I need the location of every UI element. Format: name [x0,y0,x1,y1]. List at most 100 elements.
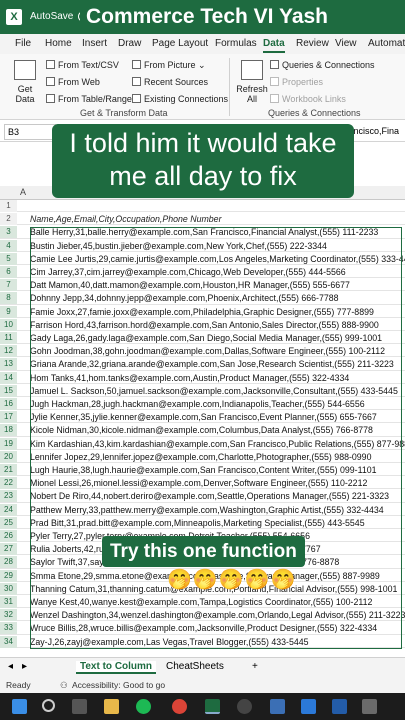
row-number[interactable]: 30 [0,582,17,595]
accessibility-icon: ⚇ [60,680,68,690]
group-label-queries: Queries & Connections [268,108,361,118]
table-row: 2 Name,Age,Email,City,Occupation,Phone Nu… [0,213,405,226]
recent-sources-button[interactable]: Recent Sources [132,77,208,87]
row-number[interactable]: 20 [0,450,17,463]
from-picture-button[interactable]: From Picture ⌄ [132,60,206,71]
row-number[interactable]: 26 [0,530,17,542]
refresh-icon [241,60,263,80]
row-number[interactable]: 22 [0,477,17,490]
row-number[interactable]: 21 [0,464,17,476]
row-number[interactable]: 10 [0,318,17,331]
row-number[interactable]: 2 [0,213,17,226]
row-number[interactable]: 34 [0,635,17,648]
top-caption: I told him it would take me all day to f… [52,124,354,198]
queries-connections-button[interactable]: Queries & Connections [270,60,375,70]
sheet-tab-cheatsheets[interactable]: CheatSheets [166,661,224,672]
cell[interactable]: Name,Age,Email,City,Occupation,Phone Num… [30,213,222,225]
row-number[interactable]: 32 [0,609,17,622]
properties-icon [270,77,279,86]
tab-automate[interactable]: Automate [368,38,405,49]
row-number[interactable]: 1 [0,200,17,212]
row-number[interactable]: 25 [0,516,17,529]
row-number[interactable]: 4 [0,239,17,252]
row-number[interactable]: 14 [0,371,17,384]
app-icon[interactable] [237,699,252,714]
ribbon-separator [229,58,230,116]
sheet-tab-text-to-column[interactable]: Text to Column [76,661,157,674]
windows-start-icon[interactable] [12,699,27,714]
tab-formulas[interactable]: Formulas [215,38,257,49]
status-bar: Ready ⚇ Accessibility: Good to go [0,677,405,693]
sheet-next-icon[interactable]: ▸ [22,661,27,672]
bottom-caption: Try this one function [102,536,305,567]
column-header-a[interactable]: A [20,187,26,197]
add-sheet-button[interactable]: + [252,661,258,672]
emoji-row: 🤭🤭🤭🤭🤭 [167,569,297,591]
get-data-button[interactable]: Get Data [8,84,42,104]
taskbar [0,693,405,720]
title-bar: X AutoSave Commerce Tech VI Yash [0,0,405,34]
row-number[interactable]: 31 [0,596,17,608]
table-row: 1 [0,200,405,213]
refresh-all-button[interactable]: Refresh All [234,84,270,104]
spotify-icon[interactable] [136,699,151,714]
tab-review[interactable]: Review [296,38,329,49]
accessibility-status[interactable]: Accessibility: Good to go [72,680,165,690]
sheet-tabs: ◂ ▸ Text to Column CheatSheets + [0,657,405,677]
row-number[interactable]: 15 [0,384,17,397]
from-text-csv-button[interactable]: From Text/CSV [46,60,119,70]
search-icon[interactable] [42,699,55,712]
app-icon[interactable] [270,699,285,714]
group-label-get-transform: Get & Transform Data [80,108,168,118]
queries-icon [270,60,279,69]
sheet-prev-icon[interactable]: ◂ [8,661,13,672]
properties-button[interactable]: Properties [270,77,323,87]
existing-connections-button[interactable]: Existing Connections [132,94,228,104]
row-number[interactable]: 8 [0,292,17,305]
row-number[interactable]: 28 [0,556,17,569]
chevron-down-icon: ⌄ [198,60,206,70]
row-number[interactable]: 5 [0,252,17,265]
row-number[interactable]: 24 [0,503,17,516]
row-number[interactable]: 6 [0,266,17,278]
connections-icon [132,94,141,103]
text-file-icon [46,60,55,69]
row-number[interactable]: 13 [0,358,17,371]
tab-page-layout[interactable]: Page Layout [152,38,208,49]
row-number[interactable]: 12 [0,345,17,358]
row-number[interactable]: 11 [0,332,17,344]
globe-icon [46,77,55,86]
row-number[interactable]: 7 [0,279,17,292]
row-number[interactable]: 27 [0,543,17,556]
from-table-range-button[interactable]: From Table/Range [46,94,132,104]
row-number[interactable]: 3 [0,226,17,239]
app-icon[interactable] [301,699,316,714]
tab-view[interactable]: View [335,38,357,49]
excel-taskbar-icon[interactable] [205,699,220,714]
tab-insert[interactable]: Insert [82,38,107,49]
tab-home[interactable]: Home [45,38,72,49]
row-number[interactable]: 33 [0,622,17,635]
clock-icon [132,77,141,86]
chrome-icon[interactable] [172,699,187,714]
ribbon-tabs: File Home Insert Draw Page Layout Formul… [0,34,405,54]
row-number[interactable]: 9 [0,305,17,318]
row-number[interactable]: 19 [0,437,17,450]
row-number[interactable]: 17 [0,411,17,424]
row-number[interactable]: 18 [0,424,17,437]
task-view-icon[interactable] [72,699,87,714]
file-explorer-icon[interactable] [104,699,119,714]
workbook-links-button[interactable]: Workbook Links [270,94,346,104]
app-icon[interactable] [332,699,347,714]
app-icon[interactable] [362,699,377,714]
overlay-title: Commerce Tech VI Yash [80,2,335,32]
tab-draw[interactable]: Draw [118,38,141,49]
row-number[interactable]: 29 [0,569,17,582]
row-number[interactable]: 23 [0,490,17,503]
tab-data[interactable]: Data [263,38,285,53]
tab-file[interactable]: File [15,38,31,49]
row-number[interactable]: 16 [0,398,17,410]
link-icon [270,94,279,103]
from-web-button[interactable]: From Web [46,77,100,87]
name-box[interactable]: B3 [4,124,56,140]
